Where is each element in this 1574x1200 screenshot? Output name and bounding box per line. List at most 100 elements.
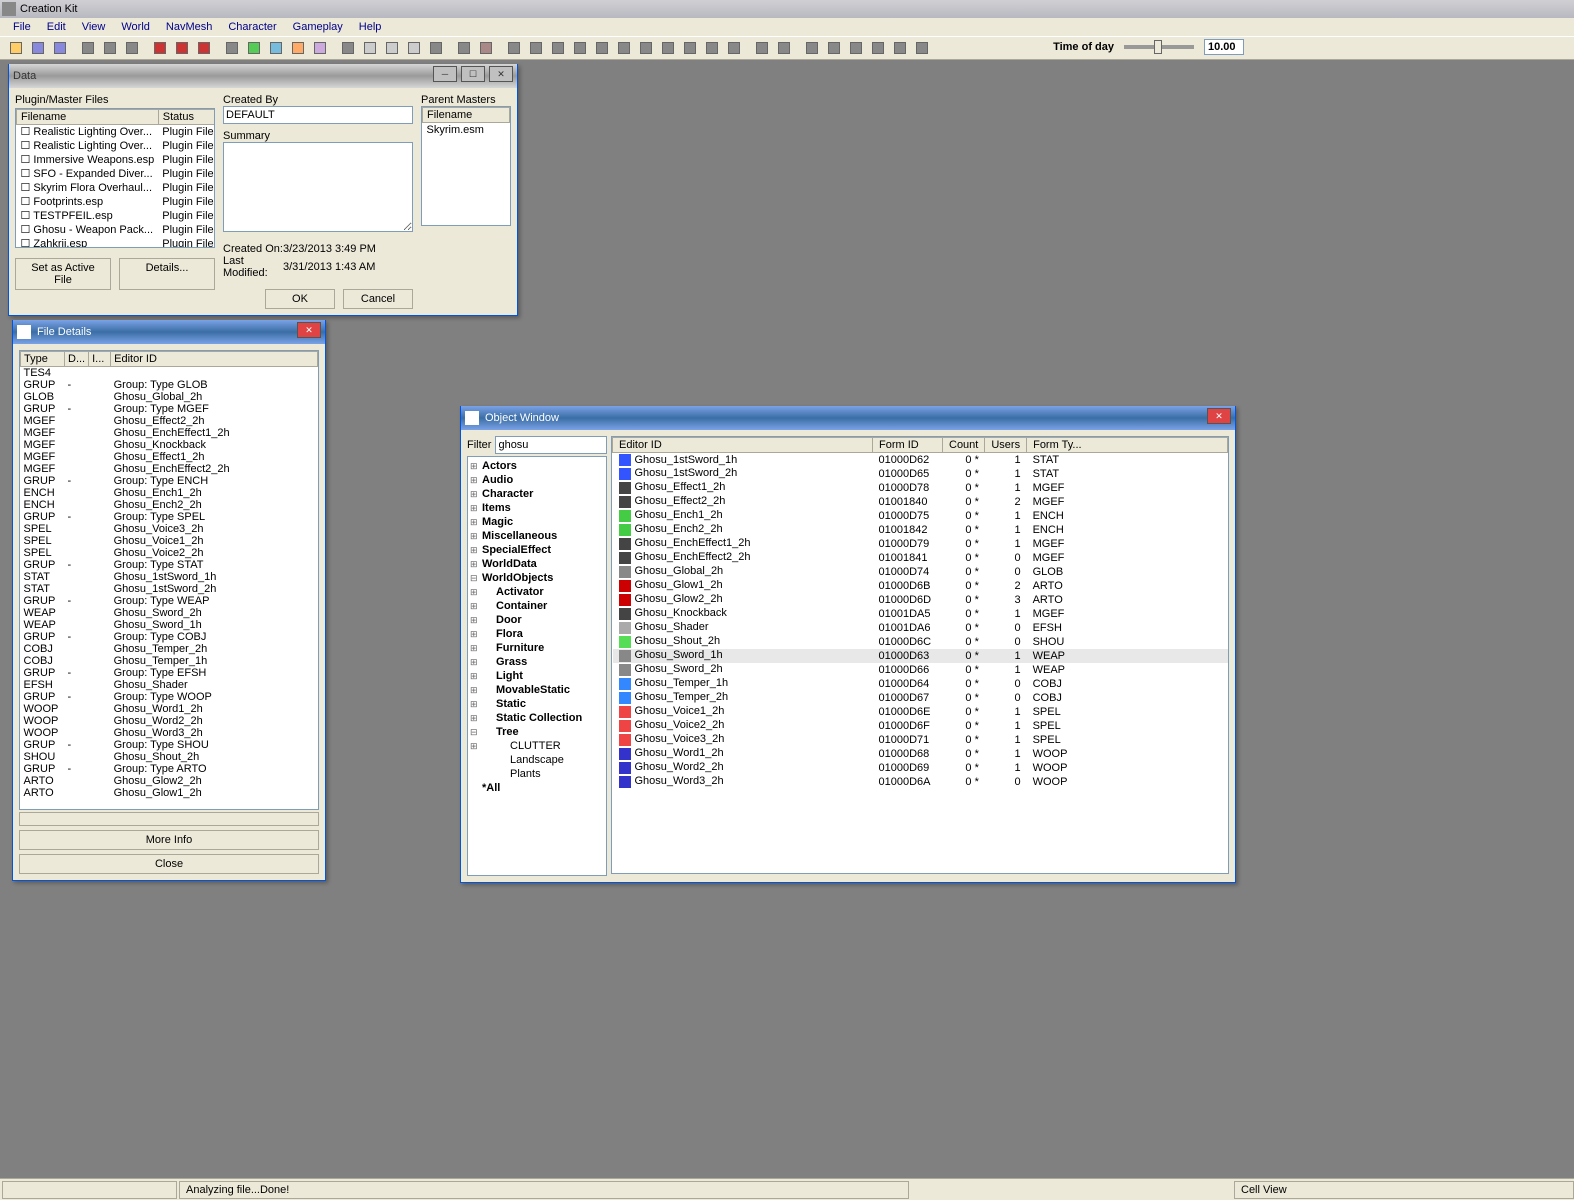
maximize-button[interactable]: ☐ — [461, 66, 485, 82]
object-row[interactable]: Ghosu_Shout_2h01000D6C0 *0SHOU — [613, 635, 1228, 649]
plugin-row[interactable]: ☐ TESTPFEIL.espPlugin File — [17, 209, 216, 223]
file-details-row[interactable]: TES4 — [21, 367, 318, 380]
file-details-row[interactable]: GRUP-Group: Type STAT — [21, 559, 318, 571]
toolbar-button-13[interactable] — [310, 38, 330, 58]
toolbar-button-39[interactable] — [912, 38, 932, 58]
details-button[interactable]: Details... — [119, 258, 215, 290]
file-details-row[interactable]: WEAPGhosu_Sword_2h — [21, 607, 318, 619]
toolbar-button-6[interactable] — [150, 38, 170, 58]
tree-node-miscellaneous[interactable]: Miscellaneous — [470, 529, 604, 543]
object-list[interactable]: Editor ID Form ID Count Users Form Ty...… — [611, 436, 1229, 874]
object-row[interactable]: Ghosu_Voice2_2h01000D6F0 *1SPEL — [613, 719, 1228, 733]
file-details-table[interactable]: Type D... I... Editor ID TES4GRUP-Group:… — [19, 350, 319, 810]
file-details-row[interactable]: SPELGhosu_Voice2_2h — [21, 547, 318, 559]
col-formid[interactable]: Form ID — [873, 438, 943, 453]
toolbar-button-21[interactable] — [504, 38, 524, 58]
slider-thumb[interactable] — [1154, 40, 1162, 54]
time-value[interactable]: 10.00 — [1204, 39, 1244, 55]
close-button[interactable]: ✕ — [489, 66, 513, 82]
toolbar-button-10[interactable] — [244, 38, 264, 58]
file-details-row[interactable]: WEAPGhosu_Sword_1h — [21, 619, 318, 631]
object-row[interactable]: Ghosu_Word2_2h01000D690 *1WOOP — [613, 761, 1228, 775]
tree-node-worlddata[interactable]: WorldData — [470, 557, 604, 571]
file-details-row[interactable]: ENCHGhosu_Ench1_2h — [21, 487, 318, 499]
object-row[interactable]: Ghosu_Global_2h01000D740 *0GLOB — [613, 565, 1228, 579]
toolbar-button-5[interactable] — [122, 38, 142, 58]
toolbar-button-8[interactable] — [194, 38, 214, 58]
col-i[interactable]: I... — [89, 352, 111, 367]
file-details-row[interactable]: MGEFGhosu_Effect1_2h — [21, 451, 318, 463]
object-row[interactable]: Ghosu_Word1_2h01000D680 *1WOOP — [613, 747, 1228, 761]
file-details-row[interactable]: COBJGhosu_Temper_2h — [21, 643, 318, 655]
toolbar-button-2[interactable] — [50, 38, 70, 58]
file-details-titlebar[interactable]: File Details ✕ — [13, 320, 325, 344]
toolbar-button-31[interactable] — [724, 38, 744, 58]
plugin-list[interactable]: Filename Status ☐ Realistic Lighting Ove… — [15, 108, 215, 248]
minimize-button[interactable]: ─ — [433, 66, 457, 82]
col-status[interactable]: Status — [158, 110, 215, 125]
object-row[interactable]: Ghosu_EnchEffect2_2h010018410 *0MGEF — [613, 551, 1228, 565]
col-type[interactable]: Type — [21, 352, 65, 367]
tree-node-landscape[interactable]: Landscape — [470, 753, 604, 767]
object-row[interactable]: Ghosu_Effect2_2h010018400 *2MGEF — [613, 495, 1228, 509]
col-editorid[interactable]: Editor ID — [111, 352, 318, 367]
file-details-row[interactable]: MGEFGhosu_EnchEffect1_2h — [21, 427, 318, 439]
tree-node-movablestatic[interactable]: MovableStatic — [470, 683, 604, 697]
set-active-button[interactable]: Set as Active File — [15, 258, 111, 290]
file-details-row[interactable]: GRUP-Group: Type GLOB — [21, 379, 318, 391]
file-details-row[interactable]: STATGhosu_1stSword_1h — [21, 571, 318, 583]
object-row[interactable]: Ghosu_Temper_2h01000D670 *0COBJ — [613, 691, 1228, 705]
toolbar-button-1[interactable] — [28, 38, 48, 58]
file-details-row[interactable]: GRUP-Group: Type WEAP — [21, 595, 318, 607]
ok-button[interactable]: OK — [265, 289, 335, 309]
col-users[interactable]: Users — [985, 438, 1027, 453]
toolbar-button-36[interactable] — [846, 38, 866, 58]
toolbar-button-3[interactable] — [78, 38, 98, 58]
plugin-row[interactable]: ☐ Skyrim Flora Overhaul...Plugin File — [17, 181, 216, 195]
file-details-row[interactable]: COBJGhosu_Temper_1h — [21, 655, 318, 667]
tree-node-static[interactable]: Static — [470, 697, 604, 711]
file-details-row[interactable]: EFSHGhosu_Shader — [21, 679, 318, 691]
toolbar-button-4[interactable] — [100, 38, 120, 58]
object-row[interactable]: Ghosu_1stSword_1h01000D620 *1STAT — [613, 453, 1228, 467]
col-formtype[interactable]: Form Ty... — [1027, 438, 1228, 453]
toolbar-button-35[interactable] — [824, 38, 844, 58]
tree-node-plants[interactable]: Plants — [470, 767, 604, 781]
file-details-row[interactable]: GRUP-Group: Type ENCH — [21, 475, 318, 487]
tree-node-clutter[interactable]: CLUTTER — [470, 739, 604, 753]
toolbar-button-37[interactable] — [868, 38, 888, 58]
tree-node-flora[interactable]: Flora — [470, 627, 604, 641]
more-info-button[interactable]: More Info — [19, 830, 319, 850]
toolbar-button-27[interactable] — [636, 38, 656, 58]
tree-node-magic[interactable]: Magic — [470, 515, 604, 529]
object-row[interactable]: Ghosu_Glow2_2h01000D6D0 *3ARTO — [613, 593, 1228, 607]
menu-world[interactable]: World — [114, 20, 157, 34]
file-details-row[interactable]: GLOBGhosu_Global_2h — [21, 391, 318, 403]
tree-node-furniture[interactable]: Furniture — [470, 641, 604, 655]
close-button[interactable]: ✕ — [1207, 408, 1231, 424]
file-details-row[interactable]: SHOUGhosu_Shout_2h — [21, 751, 318, 763]
tree-node-character[interactable]: Character — [470, 487, 604, 501]
toolbar-button-15[interactable] — [360, 38, 380, 58]
parent-row[interactable]: Skyrim.esm — [423, 123, 510, 137]
object-row[interactable]: Ghosu_Voice1_2h01000D6E0 *1SPEL — [613, 705, 1228, 719]
toolbar-button-25[interactable] — [592, 38, 612, 58]
tree-node-static-collection[interactable]: Static Collection — [470, 711, 604, 725]
file-details-row[interactable]: GRUP-Group: Type SHOU — [21, 739, 318, 751]
file-details-row[interactable]: GRUP-Group: Type MGEF — [21, 403, 318, 415]
object-row[interactable]: Ghosu_Effect1_2h01000D780 *1MGEF — [613, 481, 1228, 495]
tree-node-items[interactable]: Items — [470, 501, 604, 515]
object-row[interactable]: Ghosu_Word3_2h01000D6A0 *0WOOP — [613, 775, 1228, 789]
plugin-row[interactable]: ☐ Realistic Lighting Over...Plugin File — [17, 139, 216, 153]
toolbar-button-9[interactable] — [222, 38, 242, 58]
object-row[interactable]: Ghosu_Voice3_2h01000D710 *1SPEL — [613, 733, 1228, 747]
toolbar-button-32[interactable] — [752, 38, 772, 58]
file-details-row[interactable]: WOOPGhosu_Word3_2h — [21, 727, 318, 739]
created-by-field[interactable] — [223, 106, 413, 124]
object-row[interactable]: Ghosu_Sword_1h01000D630 *1WEAP — [613, 649, 1228, 663]
menu-navmesh[interactable]: NavMesh — [159, 20, 219, 34]
file-details-row[interactable]: ENCHGhosu_Ench2_2h — [21, 499, 318, 511]
tree-node-specialeffect[interactable]: SpecialEffect — [470, 543, 604, 557]
tree-node-door[interactable]: Door — [470, 613, 604, 627]
toolbar-button-24[interactable] — [570, 38, 590, 58]
